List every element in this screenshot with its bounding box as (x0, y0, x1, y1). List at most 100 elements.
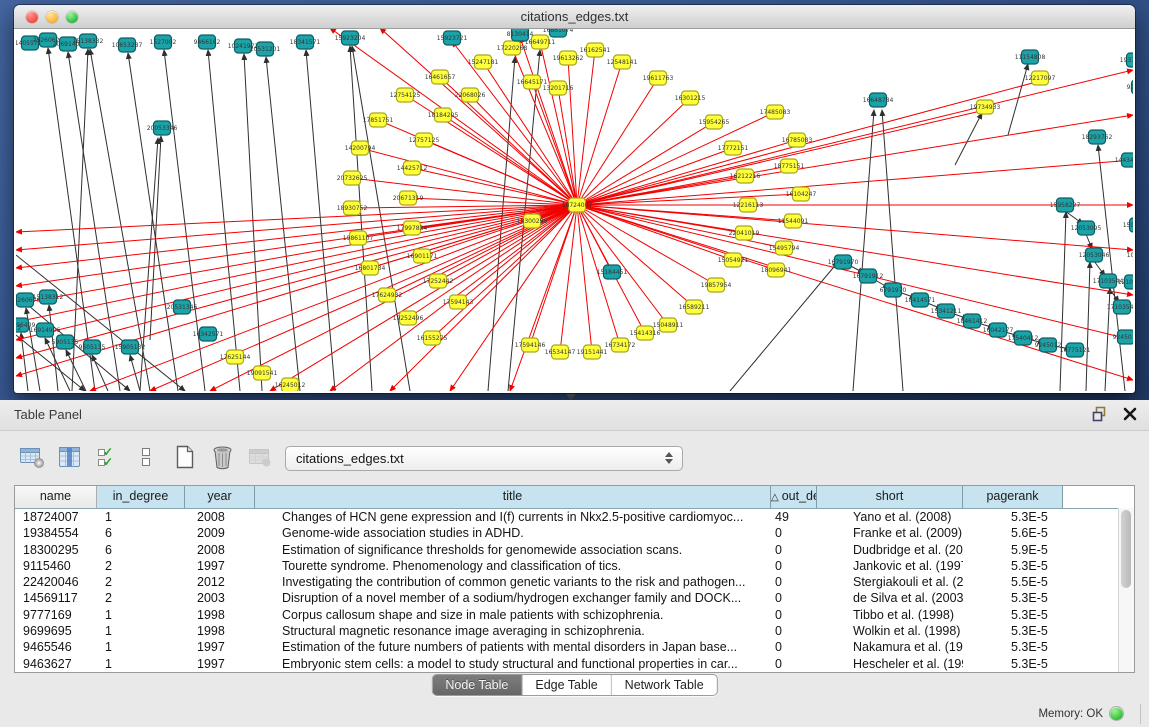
graph-node-label: 19611763 (643, 75, 674, 82)
column-header-pagerank[interactable]: pagerank (963, 486, 1063, 508)
citation-edge-red (577, 148, 733, 205)
table-row[interactable]: 911546021997Tourette syndrome. Phenomeno… (15, 558, 1134, 574)
graph-node-label: 15983112 (1123, 222, 1133, 229)
edit-column-button[interactable] (54, 442, 86, 472)
graph-node-label: 16914906 (30, 327, 61, 334)
cell-pagerank: 5.3E-5 (963, 590, 1063, 606)
citation-edge-black (882, 110, 903, 391)
graph-node-label: 5905135 (52, 339, 79, 346)
tab-node-table[interactable]: Node Table (432, 675, 521, 695)
graph-node-label: 19734933 (970, 104, 1001, 111)
column-header-title[interactable]: title (255, 486, 771, 508)
graph-node-label: 20671319 (393, 195, 424, 202)
network-graph-canvas[interactable]: 1524718116461657127541251785175114200794… (16, 29, 1133, 391)
cell-out_de: 0 (771, 542, 817, 558)
cell-in_degree: 1 (97, 607, 185, 623)
graph-node-label: 12548141 (607, 59, 638, 66)
table-row[interactable]: 1456911722003Disruption of a novel membe… (15, 590, 1134, 606)
graph-node-label: 16245012 (275, 382, 306, 389)
graph-node-label: 15954265 (699, 119, 730, 126)
graph-svg[interactable]: 1524718116461657127541251785175114200794… (16, 29, 1133, 391)
table-type-tabs: Node TableEdge TableNetwork Table (431, 674, 717, 696)
trash-icon (210, 444, 235, 470)
citation-edge-red (16, 205, 577, 340)
network-window[interactable]: citations_edges.txt 15247181164616571275… (14, 5, 1135, 393)
memory-status-label: Memory: OK (1038, 708, 1103, 720)
new-table-button[interactable] (168, 442, 200, 472)
cell-title: Corpus callosum shape and size in male p… (255, 607, 771, 623)
cell-short: Wolkin et al. (1998) (817, 623, 963, 639)
cell-name: 9463627 (15, 656, 97, 672)
cell-title: Estimation of significance thresholds fo… (255, 542, 771, 558)
table-selector-dropdown[interactable]: citations_edges.txt (285, 446, 683, 471)
cell-year: 1998 (185, 607, 255, 623)
scrollbar-thumb[interactable] (1121, 510, 1131, 588)
citation-edge-black (1060, 212, 1066, 391)
cell-year: 2003 (185, 590, 255, 606)
graph-node-label: 17624932 (372, 292, 403, 299)
table-row[interactable]: 969969511998Structural magnetic resonanc… (15, 623, 1134, 639)
application-window: citations_edges.txt 15247181164616571275… (0, 0, 1149, 727)
graph-node-label: 15048911 (653, 322, 684, 329)
status-divider (1140, 704, 1141, 724)
cell-year: 2008 (185, 542, 255, 558)
cell-out_de: 0 (771, 590, 817, 606)
column-header-out_de[interactable]: △out_de... (771, 486, 817, 508)
delete-table-button[interactable] (206, 442, 238, 472)
graph-node-label: 15247181 (468, 59, 499, 66)
cell-in_degree: 6 (97, 542, 185, 558)
table-row[interactable]: 1938455462009Genome-wide association stu… (15, 525, 1134, 541)
cell-in_degree: 1 (97, 509, 185, 525)
vertical-scrollbar[interactable] (1118, 508, 1134, 672)
citation-edge-red (577, 110, 985, 205)
toggle-rows-button[interactable] (130, 442, 162, 472)
table-row[interactable]: 2242004622012Investigating the contribut… (15, 574, 1134, 590)
column-header-short[interactable]: short (817, 486, 963, 508)
cell-out_de: 0 (771, 558, 817, 574)
select-columns-button[interactable]: ✓ ✓ (92, 442, 124, 472)
graph-node-label: 13201716 (543, 85, 574, 92)
window-titlebar[interactable]: citations_edges.txt (14, 5, 1135, 29)
citation-edge-black (488, 57, 515, 391)
graph-node-label: 16734172 (605, 342, 636, 349)
table-settings-button[interactable] (16, 442, 48, 472)
graph-node-label: 14200794 (345, 145, 376, 152)
graph-node-label: 19861107 (343, 235, 374, 242)
cell-short: Yano et al. (2008) (817, 509, 963, 525)
memory-status-indicator[interactable] (1110, 707, 1123, 720)
table-row[interactable]: 946554611997Estimation of the future num… (15, 639, 1134, 655)
sort-ascending-icon: △ (771, 492, 779, 503)
column-header-in_degree[interactable]: in_degree (97, 486, 185, 508)
toggle-rows-icon (136, 445, 156, 470)
graph-node-label: 9245012 (1035, 342, 1062, 349)
graph-node-label: 15341211 (931, 308, 962, 315)
cell-year: 1997 (185, 558, 255, 574)
citation-edge-red (577, 205, 592, 352)
graph-node-label: 14425712 (397, 165, 428, 172)
graph-node-label: 18461412 (957, 318, 988, 325)
cell-year: 1998 (185, 623, 255, 639)
table-row[interactable]: 946362711997Embryonic stem cells: a mode… (15, 656, 1134, 672)
cell-out_de: 0 (771, 525, 817, 541)
cell-year: 2012 (185, 574, 255, 590)
citation-edge-black (244, 54, 262, 391)
close-panel-icon[interactable] (1123, 407, 1137, 426)
column-header-year[interactable]: year (185, 486, 255, 508)
graph-node-label: 10821541 (1127, 252, 1133, 259)
graph-node-label: 19613262 (553, 55, 584, 62)
graph-node-label: 17851751 (363, 117, 394, 124)
cell-in_degree: 1 (97, 656, 185, 672)
graph-node-label: 16342571 (193, 331, 224, 338)
tab-network-table[interactable]: Network Table (611, 675, 717, 695)
graph-node-label: 16648784 (863, 97, 894, 104)
graph-node-label: 15414316 (630, 330, 661, 337)
tab-edge-table[interactable]: Edge Table (521, 675, 610, 695)
table-row[interactable]: 1872400712008Changes of HCN gene express… (15, 509, 1134, 525)
float-panel-icon[interactable] (1092, 406, 1109, 427)
cell-pagerank: 5.5E-5 (963, 574, 1063, 590)
table-row[interactable]: 977716911998Corpus callosum shape and si… (15, 607, 1134, 623)
column-header-name[interactable]: name (15, 486, 97, 508)
graph-node-label: 9466162 (194, 39, 221, 46)
cell-title: Investigating the contribution of common… (255, 574, 771, 590)
table-row[interactable]: 1830029562008Estimation of significance … (15, 542, 1134, 558)
